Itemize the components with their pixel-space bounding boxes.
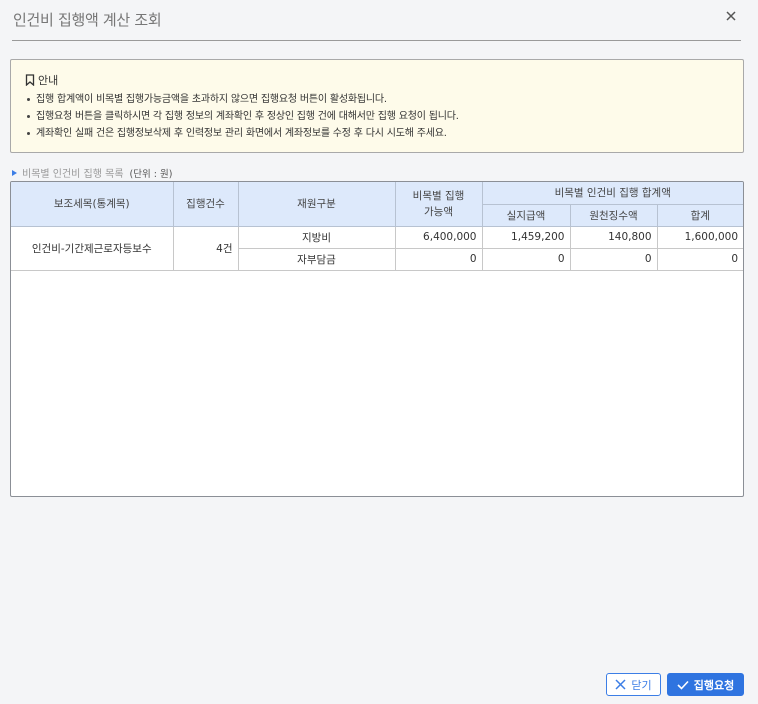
notice-box: 안내 집행 합계액이 비목별 집행가능금액을 초과하지 않으면 집행요청 버튼이… (10, 59, 744, 153)
execute-button-label: 집행요청 (693, 678, 735, 692)
cell-withholding: 0 (570, 248, 658, 271)
col-actual-pay: 실지급액 (482, 204, 571, 227)
cell-actual-pay: 1,459,200 (482, 226, 571, 249)
col-sum: 합계 (657, 204, 743, 227)
notice-list: 집행 합계액이 비목별 집행가능금액을 초과하지 않으면 집행요청 버튼이 활성… (25, 91, 729, 142)
cell-available: 6,400,000 (395, 226, 483, 249)
table-row[interactable]: 인건비-기간제근로자등보수 4건 지방비 6,400,000 1,459,200… (11, 226, 743, 271)
dialog-title: 인건비 집행액 계산 조회 (13, 11, 162, 29)
cell-actual-pay: 0 (482, 248, 571, 271)
col-fund-type: 재원구분 (238, 182, 396, 227)
notice-heading-label: 안내 (38, 74, 59, 87)
cell-withholding: 140,800 (570, 226, 658, 249)
close-icon (615, 679, 626, 690)
unit-label: (단위 : 원) (129, 168, 173, 180)
cell-sum: 0 (657, 248, 743, 271)
check-icon (677, 680, 689, 690)
col-available-label: 비목별 집행가능액 (412, 189, 465, 218)
col-count: 집행건수 (173, 182, 239, 227)
col-withholding: 원천징수액 (570, 204, 658, 227)
col-available: 비목별 집행가능액 (395, 182, 483, 227)
execution-grid: 보조세목(통계목) 집행건수 재원구분 비목별 집행가능액 비목별 인건비 집행… (10, 181, 744, 497)
section-label: 비목별 인건비 집행 목록 (22, 169, 124, 180)
cell-count: 4건 (173, 226, 239, 271)
notice-item: 집행 합계액이 비목별 집행가능금액을 초과하지 않으면 집행요청 버튼이 활성… (25, 91, 729, 108)
execution-table: 보조세목(통계목) 집행건수 재원구분 비목별 집행가능액 비목별 인건비 집행… (11, 182, 743, 271)
notice-item: 집행요청 버튼을 클릭하시면 각 집행 정보의 계좌확인 후 정상인 집행 건에… (25, 108, 729, 125)
close-button[interactable]: 닫기 (606, 673, 661, 696)
col-sub-item: 보조세목(통계목) (11, 182, 174, 227)
notice-item: 계좌확인 실패 건은 집행정보삭제 후 인력정보 관리 화면에서 계좌정보를 수… (25, 125, 729, 142)
triangle-right-icon (12, 169, 17, 176)
cell-fund-type: 자부담금 (238, 248, 396, 271)
execute-request-button[interactable]: 집행요청 (667, 673, 744, 696)
cell-sub-item: 인건비-기간제근로자등보수 (11, 226, 174, 271)
close-icon[interactable] (723, 8, 741, 26)
col-total-group: 비목별 인건비 집행 합계액 (482, 182, 743, 205)
section-title: 비목별 인건비 집행 목록 (단위 : 원) (12, 165, 172, 180)
cell-sum: 1,600,000 (657, 226, 743, 249)
dialog-header: 인건비 집행액 계산 조회 (12, 0, 741, 41)
cell-fund-type: 지방비 (238, 226, 396, 249)
cell-available: 0 (395, 248, 483, 271)
close-button-label: 닫기 (631, 678, 652, 692)
notice-heading: 안내 (25, 72, 729, 88)
bookmark-icon (25, 74, 35, 86)
